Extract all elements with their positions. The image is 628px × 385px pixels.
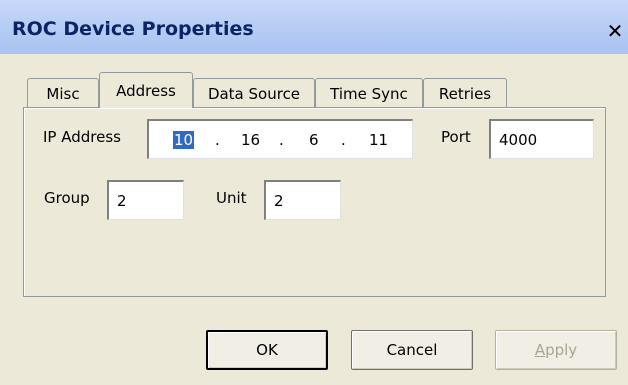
- port-value: 4000: [499, 130, 538, 149]
- ip-separator: .: [215, 131, 220, 149]
- ip-address-input[interactable]: 10 . 16 . 6 . 11: [147, 119, 413, 159]
- tab-time-sync[interactable]: Time Sync: [315, 78, 423, 108]
- unit-label: Unit: [216, 189, 247, 207]
- apply-button-label: Apply: [535, 341, 577, 359]
- cancel-button[interactable]: Cancel: [351, 330, 473, 370]
- port-input[interactable]: 4000: [489, 119, 594, 159]
- ip-octet-3[interactable]: 6: [309, 131, 319, 149]
- ip-octet-1-value: 10: [173, 131, 195, 149]
- tab-address[interactable]: Address: [99, 72, 193, 108]
- tab-data-source[interactable]: Data Source: [193, 78, 315, 108]
- apply-accelerator: A: [534, 341, 546, 359]
- unit-value: 2: [274, 191, 284, 210]
- ip-separator: .: [279, 131, 284, 149]
- ok-button[interactable]: OK: [206, 330, 328, 370]
- title-bar[interactable]: ROC Device Properties ✕: [0, 0, 628, 54]
- tab-label: Time Sync: [330, 84, 408, 103]
- ip-octet-2[interactable]: 16: [241, 131, 260, 149]
- group-input[interactable]: 2: [107, 180, 184, 220]
- ok-button-label: OK: [256, 341, 278, 359]
- tab-label: Misc: [46, 84, 80, 103]
- ip-octet-4[interactable]: 11: [369, 131, 388, 149]
- dialog-window: ROC Device Properties ✕ Misc Address Dat…: [0, 0, 628, 385]
- tab-label: Data Source: [207, 84, 301, 103]
- tab-label: Retries: [438, 84, 492, 103]
- ip-octet-1[interactable]: 10: [173, 131, 195, 149]
- tab-retries[interactable]: Retries: [423, 78, 507, 108]
- tab-misc[interactable]: Misc: [27, 78, 99, 108]
- ip-separator: .: [341, 131, 346, 149]
- group-value: 2: [117, 191, 127, 210]
- port-label: Port: [441, 128, 471, 146]
- close-icon[interactable]: ✕: [602, 18, 628, 44]
- ip-address-label: IP Address: [43, 128, 121, 146]
- group-label: Group: [44, 189, 90, 207]
- unit-input[interactable]: 2: [264, 180, 341, 220]
- tab-label: Address: [116, 81, 176, 100]
- cancel-button-label: Cancel: [386, 341, 438, 359]
- window-title: ROC Device Properties: [12, 18, 254, 40]
- apply-label-rest: pply: [545, 341, 578, 359]
- apply-button[interactable]: Apply: [495, 330, 617, 370]
